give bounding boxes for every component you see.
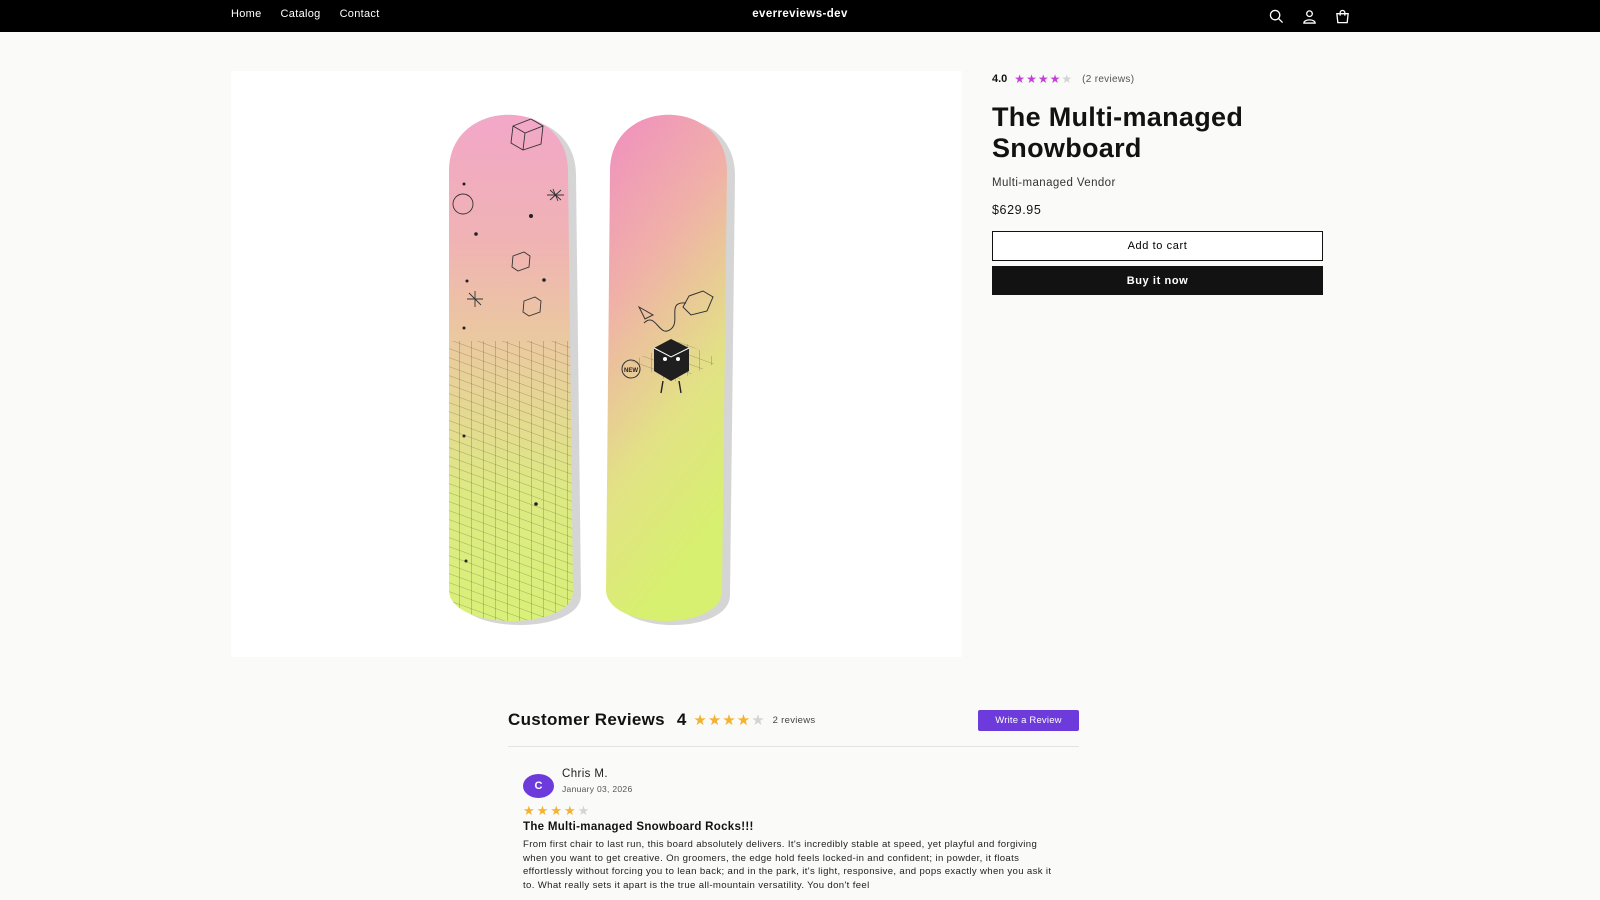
- star-filled-icon: ★: [693, 711, 707, 729]
- review-item: C Chris M. January 03, 2026 ★ ★ ★ ★ ★ The Mu…: [508, 768, 1079, 892]
- star-filled-icon: ★: [1049, 72, 1061, 86]
- account-icon[interactable]: [1299, 6, 1320, 27]
- reviews-divider: [508, 746, 1079, 747]
- reviews-average-stars: ★ ★ ★ ★ ★: [693, 713, 764, 728]
- cart-icon[interactable]: [1332, 6, 1353, 27]
- product-rating[interactable]: 4.0 ★ ★ ★ ★ ★ (2 reviews): [992, 72, 1323, 86]
- rating-stars: ★ ★ ★ ★ ★: [1014, 73, 1072, 85]
- review-stars: ★ ★ ★ ★ ★: [523, 804, 1079, 817]
- header-icons: [1266, 6, 1353, 27]
- star-filled-icon: ★: [722, 711, 736, 729]
- snowboard-illustration: NEW: [449, 114, 735, 625]
- product-vendor: Multi-managed Vendor: [992, 177, 1116, 189]
- star-filled-icon: ★: [736, 711, 751, 729]
- review-title: The Multi-managed Snowboard Rocks!!!: [523, 821, 754, 833]
- reviewer-name: Chris M.: [562, 768, 609, 780]
- review-body: From first chair to last run, this board…: [523, 839, 1052, 891]
- buy-now-button[interactable]: Buy it now: [992, 266, 1323, 295]
- product-title: The Multi-managed Snowboard: [992, 102, 1244, 163]
- reviewer-avatar: C: [523, 774, 554, 798]
- add-to-cart-button[interactable]: Add to cart: [992, 231, 1323, 261]
- new-badge-text: NEW: [624, 368, 638, 374]
- rating-value: 4.0: [992, 73, 1008, 85]
- star-filled-icon: ★: [536, 803, 549, 818]
- search-icon[interactable]: [1266, 6, 1287, 27]
- star-filled-icon: ★: [1037, 72, 1049, 86]
- star-empty-icon: ★: [751, 711, 765, 729]
- star-filled-icon: ★: [1026, 72, 1037, 86]
- reviews-average: 4: [676, 710, 687, 729]
- star-filled-icon: ★: [1014, 72, 1026, 86]
- top-header: Home Catalog Contact everreviews-dev: [0, 0, 1600, 32]
- product-info: 4.0 ★ ★ ★ ★ ★ (2 reviews) The Multi-managed …: [992, 72, 1323, 295]
- customer-reviews: Customer Reviews 4 ★ ★ ★ ★ ★ 2 reviews Write…: [508, 708, 1079, 892]
- star-filled-icon: ★: [707, 711, 722, 729]
- star-filled-icon: ★: [563, 803, 576, 818]
- reviews-count: 2 reviews: [772, 714, 816, 726]
- reviews-heading: Customer Reviews: [508, 710, 665, 729]
- star-empty-icon: ★: [1061, 72, 1073, 86]
- main-nav: Home Catalog Contact: [231, 8, 380, 20]
- reviews-header: Customer Reviews 4 ★ ★ ★ ★ ★ 2 reviews Write…: [508, 708, 1079, 732]
- star-filled-icon: ★: [523, 803, 535, 818]
- star-filled-icon: ★: [550, 803, 562, 818]
- write-review-button[interactable]: Write a Review: [978, 710, 1079, 731]
- product-price: $629.95: [992, 203, 1042, 217]
- star-empty-icon: ★: [577, 803, 590, 818]
- product-image[interactable]: NEW: [231, 71, 962, 657]
- review-date: January 03, 2026: [562, 784, 633, 794]
- nav-contact[interactable]: Contact: [340, 8, 380, 20]
- nav-catalog[interactable]: Catalog: [281, 8, 321, 20]
- nav-home[interactable]: Home: [231, 8, 262, 20]
- rating-count[interactable]: (2 reviews): [1082, 74, 1134, 85]
